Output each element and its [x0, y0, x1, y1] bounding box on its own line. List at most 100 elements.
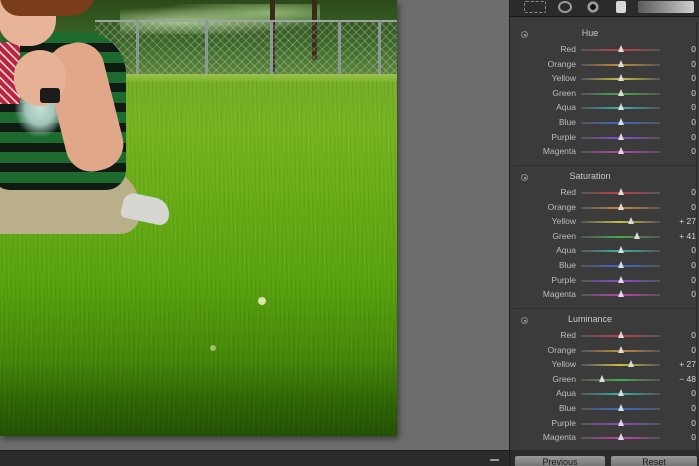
- slider-value[interactable]: 0: [666, 132, 696, 142]
- slider-value[interactable]: 0: [666, 117, 696, 127]
- slider-track[interactable]: [581, 275, 660, 283]
- slider-value[interactable]: 0: [666, 345, 696, 355]
- previous-button[interactable]: Previous: [515, 456, 605, 466]
- hsl-section-luminance: Luminance Red 0 Orange 0 Yellow + 27 Green − 48 A…: [514, 314, 696, 445]
- slider-thumb[interactable]: [617, 132, 624, 140]
- slider-track[interactable]: [581, 202, 660, 210]
- slider-value[interactable]: 0: [666, 44, 696, 54]
- slider-track[interactable]: [581, 147, 660, 155]
- slider-thumb[interactable]: [617, 147, 624, 155]
- slider-row-yellow: Yellow + 27: [514, 214, 696, 229]
- slider-track[interactable]: [581, 188, 660, 195]
- slider-value[interactable]: 0: [666, 330, 696, 340]
- graduated-filter-icon[interactable]: [616, 1, 626, 13]
- slider-thumb[interactable]: [617, 59, 624, 67]
- slider-label: Orange: [547, 201, 576, 212]
- slider-thumb[interactable]: [617, 188, 624, 195]
- slider-thumb[interactable]: [617, 246, 624, 254]
- filmstrip-toggle-bar: [0, 450, 509, 466]
- slider-value[interactable]: + 27: [666, 359, 696, 369]
- crop-icon[interactable]: [524, 1, 546, 13]
- panel-bottom-bar: Previous Reset: [510, 450, 699, 466]
- slider-thumb[interactable]: [628, 360, 635, 368]
- slider-row-orange: Orange 0: [514, 57, 696, 72]
- slider-value[interactable]: 0: [666, 73, 696, 83]
- slider-track[interactable]: [581, 331, 660, 338]
- slider-value[interactable]: + 41: [666, 231, 696, 241]
- slider-thumb[interactable]: [617, 88, 624, 96]
- photo-clover: [258, 297, 266, 305]
- slider-thumb[interactable]: [617, 345, 624, 353]
- adjustment-brush-icon[interactable]: [638, 1, 694, 13]
- slider-label: Yellow: [551, 73, 576, 84]
- slider-track[interactable]: [581, 246, 660, 254]
- slider-row-green: Green + 41: [514, 229, 696, 244]
- slider-thumb[interactable]: [617, 403, 624, 411]
- slider-value[interactable]: 0: [666, 260, 696, 270]
- slider-value[interactable]: − 48: [666, 374, 696, 384]
- slider-track[interactable]: [581, 117, 660, 125]
- photo-preview[interactable]: [0, 0, 397, 436]
- slider-track[interactable]: [581, 290, 660, 298]
- slider-thumb[interactable]: [617, 260, 624, 268]
- slider-value[interactable]: 0: [666, 275, 696, 285]
- slider-thumb[interactable]: [617, 418, 624, 426]
- slider-row-magenta: Magenta 0: [514, 430, 696, 445]
- slider-track[interactable]: [581, 418, 660, 426]
- photo-fence-post: [136, 20, 139, 78]
- slider-value[interactable]: 0: [666, 88, 696, 98]
- section-title: Saturation: [569, 171, 611, 181]
- photo-fence-post: [338, 20, 341, 78]
- slider-value[interactable]: 0: [666, 403, 696, 413]
- slider-track[interactable]: [581, 360, 660, 368]
- slider-value[interactable]: 0: [666, 187, 696, 197]
- reset-button[interactable]: Reset: [611, 456, 697, 466]
- slider-track[interactable]: [581, 374, 660, 382]
- slider-thumb[interactable]: [617, 117, 624, 125]
- slider-thumb[interactable]: [617, 290, 624, 298]
- slider-value[interactable]: 0: [666, 102, 696, 112]
- slider-track[interactable]: [581, 103, 660, 111]
- slider-track[interactable]: [581, 403, 660, 411]
- slider-thumb[interactable]: [617, 275, 624, 283]
- slider-row-purple: Purple 0: [514, 130, 696, 145]
- slider-thumb[interactable]: [628, 217, 635, 225]
- slider-thumb[interactable]: [617, 389, 624, 397]
- slider-thumb[interactable]: [617, 103, 624, 111]
- slider-thumb[interactable]: [633, 231, 640, 239]
- slider-thumb[interactable]: [598, 374, 605, 382]
- slider-thumb[interactable]: [617, 433, 624, 441]
- slider-value[interactable]: + 27: [666, 216, 696, 226]
- section-header: Saturation: [514, 171, 696, 185]
- slider-track[interactable]: [581, 433, 660, 441]
- slider-track[interactable]: [581, 231, 660, 239]
- slider-thumb[interactable]: [617, 74, 624, 82]
- slider-value[interactable]: 0: [666, 146, 696, 156]
- slider-thumb[interactable]: [617, 45, 624, 52]
- collapse-icon[interactable]: [490, 459, 499, 461]
- slider-value[interactable]: 0: [666, 388, 696, 398]
- slider-thumb[interactable]: [617, 202, 624, 210]
- slider-track[interactable]: [581, 217, 660, 225]
- slider-track[interactable]: [581, 88, 660, 96]
- slider-value[interactable]: 0: [666, 432, 696, 442]
- slider-label: Blue: [558, 402, 576, 413]
- slider-track[interactable]: [581, 74, 660, 82]
- slider-track[interactable]: [581, 59, 660, 67]
- slider-track[interactable]: [581, 389, 660, 397]
- section-toggle-icon[interactable]: [521, 31, 528, 38]
- spot-removal-icon[interactable]: [558, 1, 572, 13]
- section-toggle-icon[interactable]: [521, 317, 528, 324]
- slider-value[interactable]: 0: [666, 245, 696, 255]
- slider-track[interactable]: [581, 45, 660, 52]
- slider-value[interactable]: 0: [666, 202, 696, 212]
- section-toggle-icon[interactable]: [521, 174, 528, 181]
- slider-value[interactable]: 0: [666, 59, 696, 69]
- slider-value[interactable]: 0: [666, 418, 696, 428]
- slider-track[interactable]: [581, 132, 660, 140]
- red-eye-icon[interactable]: [586, 1, 600, 13]
- slider-track[interactable]: [581, 345, 660, 353]
- slider-value[interactable]: 0: [666, 289, 696, 299]
- slider-thumb[interactable]: [617, 331, 624, 338]
- slider-track[interactable]: [581, 260, 660, 268]
